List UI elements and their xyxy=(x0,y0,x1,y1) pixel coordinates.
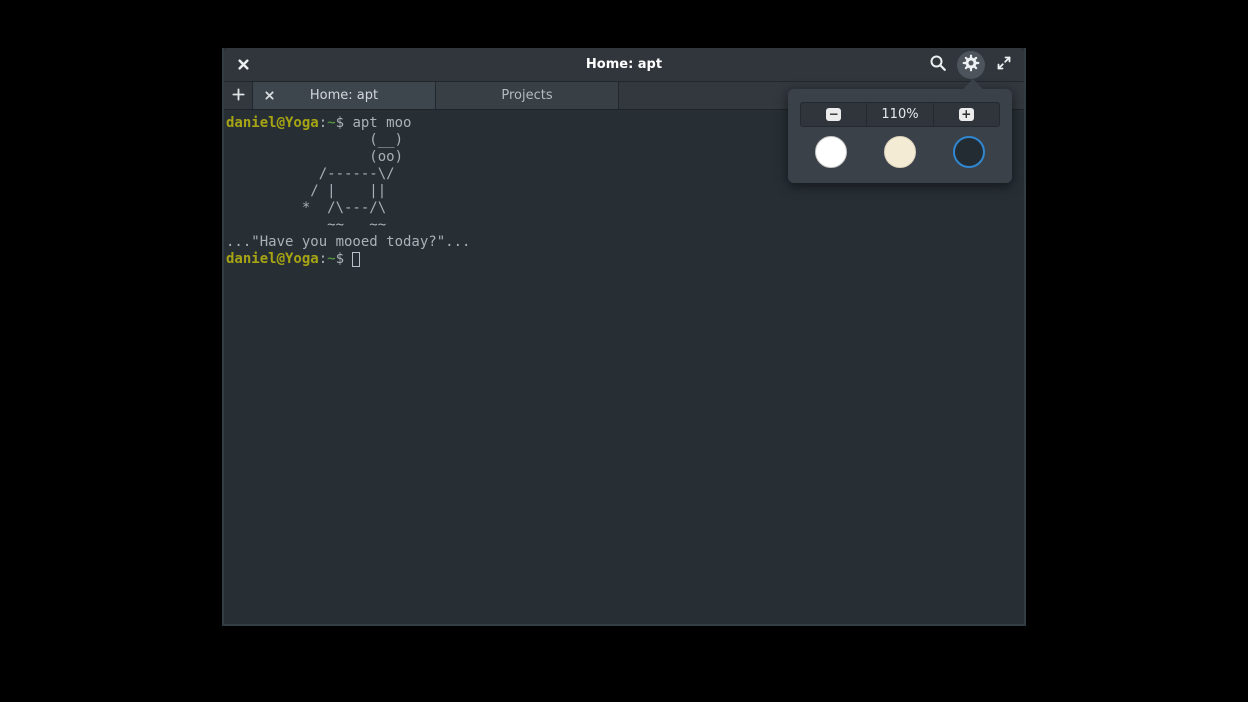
zoom-out-button[interactable]: − xyxy=(801,103,866,126)
close-icon xyxy=(238,55,249,74)
terminal-viewport[interactable]: daniel@Yoga:~$ apt moo (__) (oo) /------… xyxy=(224,110,1024,624)
tab-close-button[interactable] xyxy=(261,88,277,104)
color-scheme-dark[interactable] xyxy=(953,136,985,168)
prompt-colon: : xyxy=(319,115,327,131)
zoom-control: − 110% + xyxy=(800,102,1000,127)
expand-icon xyxy=(996,55,1012,75)
gear-icon xyxy=(961,53,981,77)
prompt-path: ~ xyxy=(327,251,335,267)
terminal-output-line: ..."Have you mooed today?"... xyxy=(226,234,1022,251)
search-button[interactable] xyxy=(924,51,952,79)
terminal-output-line: * /\---/\ xyxy=(226,200,1022,217)
terminal-prompt-line: daniel@Yoga:~$ xyxy=(226,251,1022,268)
tab-label: Home: apt xyxy=(310,88,378,103)
window-title: Home: apt xyxy=(224,57,1024,72)
tab-label: Projects xyxy=(501,88,552,103)
titlebar-actions xyxy=(924,51,1024,79)
plus-icon: + xyxy=(959,108,974,121)
minus-icon: − xyxy=(826,108,841,121)
settings-popover: − 110% + xyxy=(788,89,1012,183)
window-close-button[interactable] xyxy=(228,50,258,80)
prompt-dollar: $ xyxy=(336,251,353,267)
tab-projects[interactable]: Projects xyxy=(436,82,619,109)
search-icon xyxy=(929,54,947,76)
color-scheme-light[interactable] xyxy=(815,136,847,168)
zoom-level-value: 110% xyxy=(881,107,918,122)
color-scheme-row xyxy=(788,127,1012,168)
terminal-window: Home: apt xyxy=(222,48,1026,626)
command-text: apt moo xyxy=(352,115,411,131)
titlebar[interactable]: Home: apt xyxy=(224,48,1024,82)
prompt-user-host: daniel@Yoga xyxy=(226,251,319,267)
prompt-colon: : xyxy=(319,251,327,267)
popover-arrow xyxy=(963,79,983,89)
prompt-dollar: $ xyxy=(336,115,353,131)
prompt-path: ~ xyxy=(327,115,335,131)
zoom-level[interactable]: 110% xyxy=(866,103,932,126)
zoom-in-button[interactable]: + xyxy=(933,103,999,126)
settings-button[interactable] xyxy=(957,51,985,79)
new-tab-button[interactable] xyxy=(224,82,253,109)
terminal-cursor xyxy=(352,252,360,267)
terminal-output-line: ~~ ~~ xyxy=(226,217,1022,234)
fullscreen-button[interactable] xyxy=(990,51,1018,79)
color-scheme-sepia[interactable] xyxy=(884,136,916,168)
prompt-user-host: daniel@Yoga xyxy=(226,115,319,131)
terminal-output-line: / | || xyxy=(226,183,1022,200)
plus-icon xyxy=(232,86,245,105)
tab-home-apt[interactable]: Home: apt xyxy=(253,82,436,109)
